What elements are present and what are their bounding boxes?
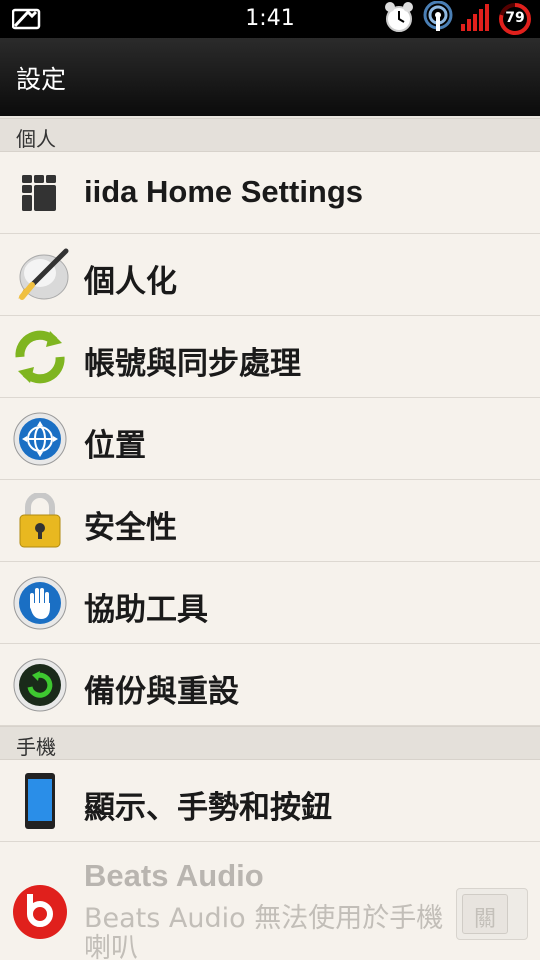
- settings-item-label: 帳號與同步處理: [84, 346, 301, 382]
- page-title: 設定: [16, 65, 67, 94]
- beats-audio-icon: [10, 882, 70, 942]
- toggle-knob: 關: [462, 894, 508, 934]
- settings-item-label: 顯示、手勢和按鈕: [84, 790, 332, 826]
- beats-audio-toggle[interactable]: 關: [456, 888, 528, 940]
- settings-item-label: iida Home Settings: [84, 174, 364, 209]
- settings-item-security[interactable]: 安全性: [0, 480, 540, 562]
- settings-item-location[interactable]: 位置: [0, 398, 540, 480]
- settings-item-label: 備份與重設: [84, 674, 239, 710]
- action-bar: 設定: [0, 38, 540, 118]
- settings-item-personalize[interactable]: 個人化: [0, 234, 540, 316]
- globe-icon: [10, 411, 70, 467]
- settings-item-label: 協助工具: [84, 592, 208, 628]
- battery-level: 79: [505, 10, 525, 26]
- settings-item-label: 安全性: [84, 510, 177, 546]
- settings-item-backup-reset[interactable]: 備份與重設: [0, 644, 540, 726]
- settings-item-label: 位置: [84, 428, 146, 464]
- section-header-label: 手機: [16, 735, 56, 759]
- wifi-hotspot-icon: [422, 0, 454, 37]
- iida-home-icon: [10, 165, 70, 221]
- battery-icon: 79: [498, 2, 532, 36]
- backup-icon: [10, 657, 70, 713]
- phone-display-icon: [10, 773, 70, 829]
- beats-audio-title: Beats Audio: [84, 858, 264, 893]
- settings-item-accessibility[interactable]: 協助工具: [0, 562, 540, 644]
- status-bar: 1:41 79: [0, 0, 540, 38]
- settings-item-display[interactable]: 顯示、手勢和按鈕: [0, 760, 540, 842]
- settings-item-iida-home[interactable]: iida Home Settings: [0, 152, 540, 234]
- paintbrush-icon: [10, 247, 70, 303]
- settings-item-beats-audio[interactable]: Beats Audio Beats Audio 無法使用於手機喇叭 關: [0, 842, 540, 960]
- settings-item-label: 個人化: [84, 264, 177, 300]
- hand-icon: [10, 575, 70, 631]
- alarm-icon: [382, 1, 416, 37]
- sync-icon: [10, 329, 70, 385]
- signal-icon: [460, 2, 492, 36]
- section-header-phone: 手機: [0, 726, 540, 760]
- settings-item-accounts-sync[interactable]: 帳號與同步處理: [0, 316, 540, 398]
- beats-audio-subtitle: Beats Audio 無法使用於手機喇叭: [84, 903, 444, 960]
- section-header-personal: 個人: [0, 118, 540, 152]
- section-header-label: 個人: [16, 127, 56, 151]
- lock-icon: [10, 492, 70, 549]
- toggle-label: 關: [473, 907, 496, 932]
